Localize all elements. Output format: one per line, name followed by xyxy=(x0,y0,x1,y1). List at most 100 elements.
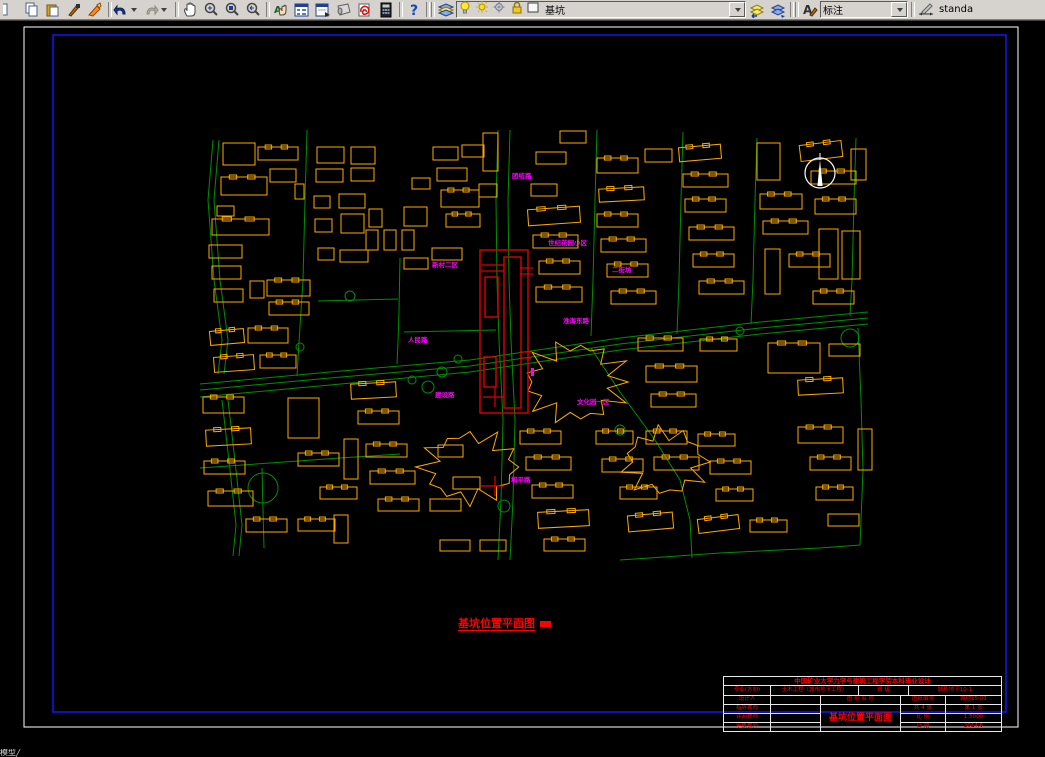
pan-icon[interactable] xyxy=(179,1,200,18)
layer-on-bulb-icon[interactable] xyxy=(458,0,474,19)
building xyxy=(338,193,366,209)
clipped-left-icon[interactable] xyxy=(0,1,21,18)
building xyxy=(222,142,256,166)
building xyxy=(259,352,297,369)
building xyxy=(682,171,729,188)
paste-icon[interactable] xyxy=(42,1,63,18)
layer-combo[interactable]: 基坑 xyxy=(456,1,746,18)
map-label: 淮海东路 xyxy=(563,316,590,325)
building-outline xyxy=(257,146,299,161)
model-tab-fragment[interactable]: 模型╱ xyxy=(0,749,70,757)
building xyxy=(688,224,735,241)
road xyxy=(396,257,401,365)
layer-states-icon[interactable] xyxy=(767,1,788,18)
building xyxy=(343,438,359,480)
layer-freeze-sun-icon[interactable] xyxy=(475,0,491,19)
building xyxy=(559,130,587,144)
tree xyxy=(421,380,435,394)
building xyxy=(350,146,376,165)
layer-properties-icon[interactable] xyxy=(435,1,456,18)
layer-vp-freeze-icon[interactable] xyxy=(492,0,508,19)
title-block: 中国矿业大学力学与建筑工程学院本科毕业设计 专业(方向) 土木工程（城市地下工程… xyxy=(723,676,1002,732)
building-outline xyxy=(350,381,397,400)
drawing-canvas[interactable]: 团结路 世纪花园小区 淮海东路 新村二区 人民路 建设路 文化园一区 和平路 二街坊 基坑位置平… xyxy=(0,22,1045,757)
building-outline xyxy=(815,486,854,501)
toolbar-separator xyxy=(424,1,435,18)
building-outline xyxy=(313,195,331,209)
road xyxy=(261,467,265,549)
building-outline xyxy=(749,519,788,533)
building xyxy=(650,391,697,408)
building-outline xyxy=(411,177,431,190)
building-outline xyxy=(626,511,675,533)
building-outline xyxy=(525,456,572,471)
quickcalc-icon[interactable] xyxy=(375,1,396,18)
tree xyxy=(295,342,305,352)
building-outline xyxy=(809,456,852,471)
building-outline xyxy=(343,438,359,480)
road xyxy=(213,139,229,375)
text-style-dropdown-button[interactable] xyxy=(891,2,907,17)
building-outline xyxy=(269,168,297,183)
building-outline xyxy=(812,290,855,305)
building xyxy=(211,216,270,236)
layer-color-swatch[interactable] xyxy=(526,0,542,19)
building-outline xyxy=(697,433,736,447)
dim-style-icon[interactable] xyxy=(915,1,936,18)
text-style-combo[interactable]: 标注 xyxy=(820,1,908,18)
designcenter-icon[interactable] xyxy=(291,1,312,18)
dim-style-value[interactable]: standa xyxy=(936,4,973,15)
building-outline xyxy=(222,142,256,166)
zoom-realtime-icon[interactable] xyxy=(200,1,221,18)
building xyxy=(827,513,860,527)
road xyxy=(750,137,758,325)
building xyxy=(257,144,299,161)
building-outline xyxy=(531,484,574,499)
building-outline xyxy=(211,265,242,280)
markup-icon[interactable] xyxy=(354,1,375,18)
zoom-previous-icon[interactable] xyxy=(242,1,263,18)
edit-icon[interactable] xyxy=(84,1,105,18)
building xyxy=(432,146,459,161)
building xyxy=(797,375,844,396)
building-outline xyxy=(445,213,481,228)
layer-lock-icon[interactable] xyxy=(509,0,525,19)
building-outline xyxy=(596,213,639,228)
building xyxy=(436,167,468,182)
zoom-window-icon[interactable] xyxy=(221,1,242,18)
layer-previous-icon[interactable] xyxy=(746,1,767,18)
building xyxy=(759,191,803,210)
building xyxy=(626,510,675,533)
tool-palettes-icon[interactable] xyxy=(312,1,333,18)
building-outline xyxy=(756,142,781,181)
building-outline xyxy=(338,193,366,209)
copy-icon[interactable] xyxy=(21,1,42,18)
building-outline xyxy=(377,498,420,512)
drawing-frame xyxy=(52,34,1007,713)
building-outline xyxy=(368,208,383,228)
building-outline xyxy=(535,286,583,303)
help-icon[interactable]: ? xyxy=(403,1,424,18)
building-outline xyxy=(383,229,397,251)
sheet-set-icon[interactable] xyxy=(333,1,354,18)
layer-combo-dropdown-button[interactable] xyxy=(729,2,745,17)
building xyxy=(535,151,567,165)
undo-icon[interactable] xyxy=(112,1,142,18)
building xyxy=(699,336,738,352)
building-outline xyxy=(429,498,462,512)
road xyxy=(296,129,308,377)
building xyxy=(767,340,821,374)
dropdown-arrow-icon[interactable] xyxy=(161,7,167,12)
building xyxy=(797,424,844,444)
building xyxy=(377,496,420,512)
dropdown-arrow-icon[interactable] xyxy=(131,7,137,12)
properties-icon[interactable]: A xyxy=(270,1,291,18)
building-outline xyxy=(537,509,590,529)
building-outline xyxy=(759,193,803,210)
building xyxy=(213,288,244,303)
redo-icon[interactable] xyxy=(142,1,172,18)
match-properties-icon[interactable] xyxy=(63,1,84,18)
building-outline xyxy=(595,430,634,445)
text-style-icon[interactable]: A xyxy=(799,1,820,18)
building-outline xyxy=(266,279,311,297)
